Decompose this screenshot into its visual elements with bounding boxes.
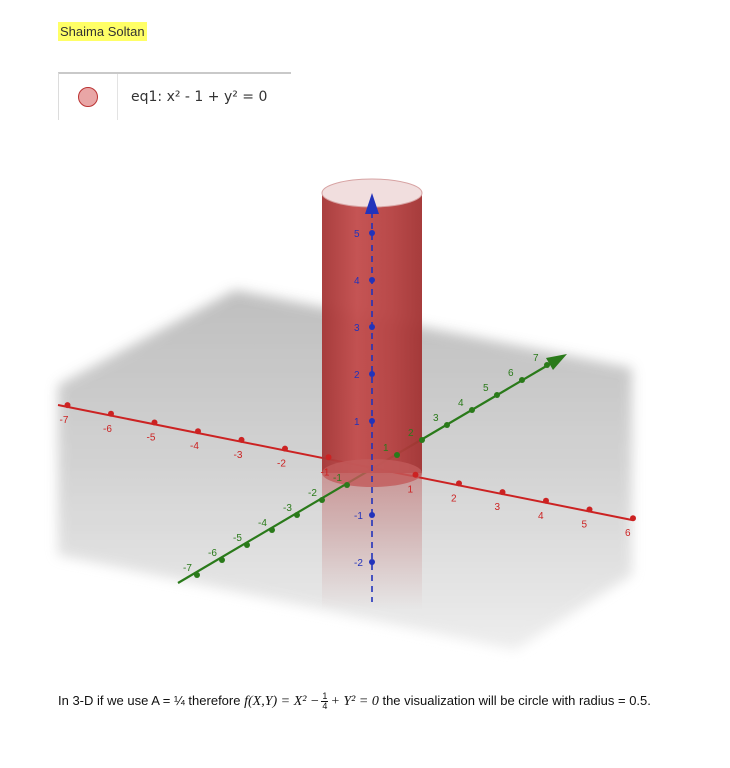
y-tick-label: 2 [408, 428, 414, 439]
z-tick-dot [369, 371, 375, 377]
z-tick-dot [369, 512, 375, 518]
y-tick-label: -1 [333, 473, 342, 484]
z-tick-dot [369, 230, 375, 236]
x-tick-label: -3 [234, 450, 243, 461]
x-tick-dot [238, 436, 245, 443]
y-tick-label: 6 [508, 368, 514, 379]
x-tick-dot [412, 471, 419, 478]
x-tick-label: 4 [538, 511, 544, 522]
caption-suffix: the visualization will be circle with ra… [382, 693, 651, 708]
y-tick-dot [394, 452, 400, 458]
y-tick-label: 3 [433, 413, 439, 424]
y-tick-dot [419, 437, 425, 443]
y-tick-dot [469, 407, 475, 413]
x-tick-dot [543, 497, 549, 504]
z-tick-label: 1 [354, 417, 360, 428]
caption-text: In 3-D if we use A = ¼ therefore f(X,Y) … [58, 690, 688, 713]
x-tick-dot [456, 480, 462, 487]
y-tick-dot [544, 362, 550, 368]
z-tick-dot [369, 324, 375, 330]
caption-prefix: In 3-D if we use A = ¼ therefore [58, 693, 241, 708]
x-tick-label: -5 [147, 433, 156, 444]
x-tick-dot [151, 419, 158, 426]
y-tick-label: 1 [383, 443, 389, 454]
y-tick-label: -7 [183, 563, 192, 574]
x-tick-label: -7 [60, 415, 69, 426]
y-tick-label: -3 [283, 503, 292, 514]
x-tick-label: -6 [103, 424, 112, 435]
y-tick-label: -4 [258, 518, 267, 529]
y-tick-dot [494, 392, 500, 398]
x-tick-dot [499, 489, 506, 496]
caption-expr2: + Y² = 0 [330, 694, 379, 709]
x-tick-dot [282, 445, 288, 452]
x-tick-dot [325, 454, 332, 461]
y-tick-dot [269, 527, 275, 533]
fraction-denominator: 4 [322, 701, 328, 712]
y-tick-dot [444, 422, 450, 428]
x-tick-label: 2 [451, 493, 457, 504]
visibility-toggle-cell[interactable] [59, 74, 118, 120]
y-tick-dot [194, 572, 200, 578]
z-tick-dot [369, 418, 375, 424]
y-tick-dot [344, 482, 350, 488]
x-tick-label: -1 [321, 467, 330, 478]
x-tick-label: 6 [625, 528, 631, 539]
y-tick-dot [219, 557, 225, 563]
y-tick-label: -2 [308, 488, 317, 499]
y-tick-dot [244, 542, 250, 548]
z-tick-dot [369, 277, 375, 283]
x-tick-dot [195, 428, 201, 435]
z-tick-label: -1 [354, 511, 363, 522]
x-tick-dot [630, 515, 636, 522]
z-tick-label: 5 [354, 229, 360, 240]
y-tick-label: -6 [208, 548, 217, 559]
author-name: Shaima Soltan [58, 22, 147, 41]
visibility-toggle-icon[interactable] [78, 87, 98, 107]
y-tick-label: 4 [458, 398, 464, 409]
x-tick-label: 5 [582, 520, 588, 531]
z-tick-label: 2 [354, 370, 360, 381]
equation-text[interactable]: eq1: x² - 1 + y² = 0 [131, 89, 267, 105]
caption-fxy: f(X,Y) = [244, 694, 291, 709]
y-tick-dot [294, 512, 300, 518]
x-tick-dot [586, 506, 593, 513]
x-tick-label: 1 [408, 485, 414, 496]
y-tick-dot [519, 377, 525, 383]
y-tick-label: 7 [533, 353, 539, 364]
z-tick-label: 3 [354, 323, 360, 334]
3d-graph-view[interactable]: -7 -6 -5 -4 -3 -2 -1 1 2 3 4 5 6 -7 -6 -5 -4 -3 -2 -1 1 2 3 4 5… [0, 150, 730, 670]
z-tick-dot [369, 559, 375, 565]
caption-fraction: 14 [321, 692, 329, 712]
caption-expr1: X² − [293, 694, 320, 709]
z-tick-label: -2 [354, 558, 363, 569]
y-tick-dot [319, 497, 325, 503]
x-tick-label: -2 [277, 459, 286, 470]
algebra-row[interactable]: eq1: x² - 1 + y² = 0 [58, 72, 291, 120]
x-tick-dot [108, 410, 114, 417]
x-tick-label: 3 [495, 502, 501, 513]
x-tick-dot [64, 402, 71, 409]
x-tick-label: -4 [190, 441, 199, 452]
y-tick-label: 5 [483, 383, 489, 394]
y-tick-label: -5 [233, 533, 242, 544]
z-tick-label: 4 [354, 276, 360, 287]
